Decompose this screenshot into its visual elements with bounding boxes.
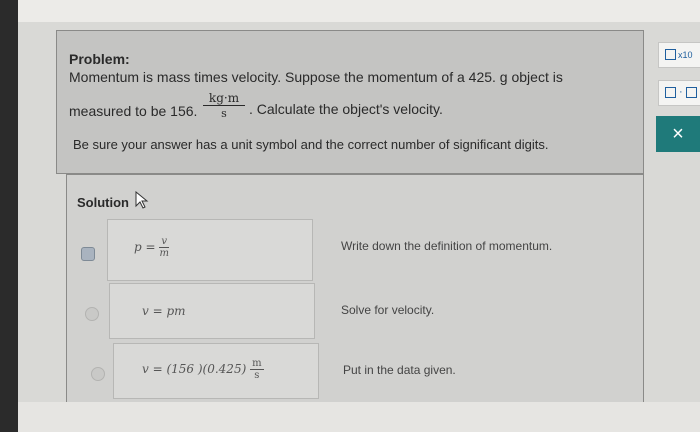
step-3-equation: v = (156 )(0.425) m s (142, 358, 264, 381)
step-1-equation-card: p = v m (107, 219, 313, 281)
step-1-fraction: v m (159, 236, 170, 259)
step-3-denominator: s (254, 370, 260, 381)
step-2-equation-card: v = pm (109, 283, 315, 339)
step-1-equation: p = v m (134, 236, 170, 259)
box-icon (686, 87, 697, 98)
bottom-area (18, 402, 700, 432)
problem-text-line1: Momentum is mass times velocity. Suppose… (69, 69, 563, 85)
solution-heading: Solution (77, 195, 129, 210)
problem-panel: Problem: Momentum is mass times velocity… (56, 30, 644, 174)
momentum-unit-fraction: kg·m s (203, 91, 245, 122)
step-1-eq-lhs: p = (134, 240, 156, 254)
screen-edge (0, 0, 18, 432)
top-area (18, 0, 700, 22)
step-2-equation: v = pm (142, 304, 186, 318)
problem-heading: Problem: (69, 51, 130, 67)
step-2-radio[interactable] (85, 307, 99, 321)
box-icon (665, 49, 676, 60)
step-3-equation-card: v = (156 )(0.425) m s (113, 343, 319, 399)
box-icon (665, 87, 676, 98)
instruction-note: Be sure your answer has a unit symbol an… (73, 137, 549, 152)
decimal-label: · (679, 86, 683, 98)
step-3-numerator: m (250, 358, 264, 370)
step-2-description: Solve for velocity. (341, 303, 435, 317)
step-3-eq-main: v = (156 )(0.425) (142, 362, 247, 376)
close-button[interactable]: × (656, 116, 700, 152)
step-1-description: Write down the definition of momentum. (341, 239, 553, 253)
sci-notation-label: x10 (678, 50, 693, 60)
step-3-description: Put in the data given. (343, 363, 456, 377)
solution-panel: Solution p = v m Write down the definiti… (66, 174, 644, 404)
problem-text-line2-end: . Calculate the object's velocity. (249, 101, 443, 117)
decimal-button[interactable]: · (658, 80, 700, 106)
unit-denominator: s (221, 107, 227, 120)
step-3-fraction: m s (250, 358, 264, 381)
mouse-cursor-icon (135, 191, 149, 209)
unit-numerator: kg·m (203, 91, 245, 106)
problem-text-line2-start: measured to be 156. (69, 103, 198, 119)
step-1-denominator: m (159, 248, 169, 259)
step-1-numerator: v (159, 236, 170, 248)
step-1-checkbox[interactable] (81, 247, 95, 261)
step-3-radio[interactable] (91, 367, 105, 381)
sci-notation-button[interactable]: x10 (658, 42, 700, 68)
